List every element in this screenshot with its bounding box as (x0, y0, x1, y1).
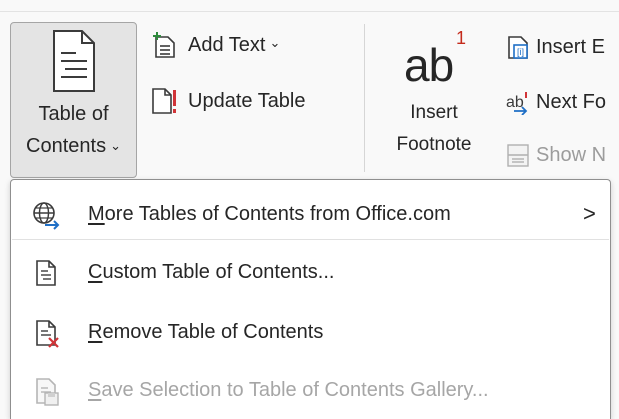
table-of-contents-dropdown-menu: More Tables of Contents from Office.com … (10, 179, 611, 419)
chevron-down-icon: ⌄ (110, 138, 121, 153)
chevron-right-icon: > (583, 201, 596, 226)
update-table-label: Update Table (188, 89, 306, 112)
insert-endnote-button[interactable]: [i] Insert E (504, 30, 605, 64)
svg-text:ab: ab (506, 94, 524, 111)
document-icon (31, 258, 61, 288)
svg-text:[i]: [i] (517, 47, 524, 57)
accelerator-key: S (88, 378, 102, 401)
menu-item-label: Custom Table of Contents... (88, 261, 334, 284)
insert-endnote-icon: [i] (504, 33, 532, 61)
ribbon: Table of Contents ⌄ Add Text ⌄ Update Ta… (0, 0, 619, 180)
update-table-button[interactable]: Update Table (150, 84, 306, 118)
table-of-contents-icon (50, 29, 98, 100)
accelerator-key: R (88, 320, 103, 343)
menu-item-label-rest: ustom Table of Contents... (102, 260, 335, 283)
next-footnote-button[interactable]: ab Next Fo (504, 85, 606, 119)
accelerator-key: C (88, 260, 103, 283)
add-text-label: Add Text (188, 33, 266, 56)
footnote-ab-icon: ab (404, 39, 454, 91)
insert-footnote-label-line1: Insert (410, 102, 458, 123)
update-table-icon (150, 87, 178, 115)
chevron-down-icon: ⌄ (269, 35, 281, 50)
add-text-button[interactable]: Add Text ⌄ (150, 28, 280, 62)
menu-item-custom-toc[interactable]: Custom Table of Contents... (11, 244, 610, 300)
insert-endnote-label: Insert E (536, 35, 605, 58)
ribbon-top-divider (0, 11, 619, 12)
menu-item-label: More Tables of Contents from Office.com (88, 203, 451, 226)
menu-item-more-tables-from-office[interactable]: More Tables of Contents from Office.com … (11, 186, 610, 242)
next-footnote-label: Next Fo (536, 90, 607, 113)
menu-item-remove-toc[interactable]: Remove Table of Contents (11, 304, 610, 360)
show-notes-icon (504, 141, 532, 169)
ribbon-group-separator (364, 24, 365, 172)
next-footnote-icon: ab (504, 88, 532, 116)
toc-button-label-line2: Contents ⌄ (11, 135, 136, 158)
menu-separator (12, 239, 609, 240)
globe-icon (31, 200, 61, 230)
menu-item-save-selection-to-gallery[interactable]: Save Selection to Table of Contents Gall… (11, 362, 610, 418)
toc-button-label-line1: Table of (38, 103, 109, 125)
footnote-superscript-icon: 1 (456, 28, 467, 48)
add-text-icon (150, 31, 178, 59)
toc-button-label-text: Contents (26, 135, 107, 157)
save-to-gallery-icon (31, 376, 61, 406)
menu-item-label: Save Selection to Table of Contents Gall… (88, 379, 489, 402)
menu-item-label-rest: ave Selection to Table of Contents Galle… (101, 378, 489, 401)
table-of-contents-button[interactable]: Table of Contents ⌄ (10, 22, 137, 178)
show-notes-label: Show N (536, 143, 607, 166)
insert-footnote-button[interactable]: ab 1 Insert Footnote (376, 24, 492, 172)
document-remove-icon (31, 318, 61, 348)
menu-item-label-rest: ore Tables of Contents from Office.com (104, 202, 451, 225)
menu-item-label: Remove Table of Contents (88, 321, 323, 344)
accelerator-key: M (88, 202, 105, 225)
show-notes-button[interactable]: Show N (504, 138, 606, 172)
insert-footnote-label-line2: Footnote (396, 134, 472, 155)
menu-item-label-rest: emove Table of Contents (102, 320, 324, 343)
